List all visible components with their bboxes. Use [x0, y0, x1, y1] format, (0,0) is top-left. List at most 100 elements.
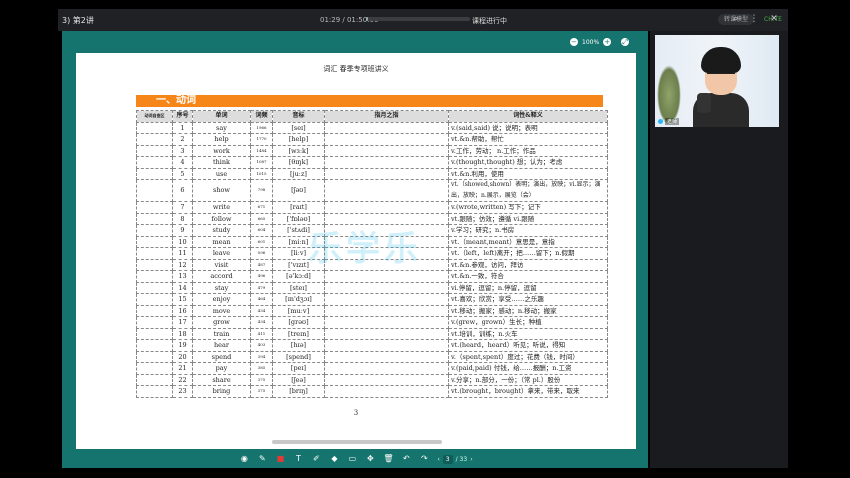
self-check-cell — [136, 212, 173, 225]
highlighter-icon[interactable]: ✐ — [309, 452, 323, 466]
self-check-cell — [136, 316, 173, 329]
page-navigator: ‹ 3 / 33 › — [437, 454, 473, 464]
section-banner: 一、动词 — [136, 95, 603, 107]
search-icon[interactable]: ⌕ — [730, 13, 742, 25]
zoom-level: 100% — [582, 38, 600, 46]
close-icon[interactable]: ✕ — [768, 13, 780, 25]
note-cell — [324, 270, 449, 283]
index-cell: 6 — [172, 179, 193, 202]
color-icon[interactable]: ■ — [273, 452, 287, 466]
definition-cell: vt.&n.利用，使用 — [448, 167, 608, 180]
self-check-cell — [136, 258, 173, 271]
phonetic-cell: [θɪŋk] — [272, 156, 325, 169]
pen-icon[interactable]: ✎ — [255, 452, 269, 466]
frequency-cell: 1484 — [250, 144, 273, 157]
word-cell: hear — [192, 339, 251, 352]
table-row: 14 stay 479 [steɪ] vi.停留，逗留；n.停留，逗留 — [136, 281, 608, 294]
frequency-cell: 671 — [250, 201, 273, 214]
side-panel: 老师 — [650, 31, 788, 468]
phonetic-cell: [ə'kɔːd] — [272, 270, 325, 283]
column-header: 音标 — [272, 110, 325, 123]
phonetic-cell: [juːz] — [272, 167, 325, 180]
definition-cell: vt.(brought，brought）拿来，带来，取来 — [448, 385, 608, 398]
index-cell: 1 — [172, 121, 193, 134]
word-cell: say — [192, 121, 251, 134]
phonetic-cell: [grəʊ] — [272, 316, 325, 329]
self-check-cell — [136, 167, 173, 180]
self-check-cell — [136, 121, 173, 134]
zoom-in-button[interactable]: + — [603, 38, 612, 46]
table-row: 13 accord 496 [ə'kɔːd] vt.&n.一致，符合 — [136, 270, 608, 283]
redo-icon[interactable]: ↷ — [417, 452, 431, 466]
self-check-cell — [136, 224, 173, 237]
note-cell — [324, 327, 449, 340]
column-header: 词性&释义 — [448, 110, 608, 123]
frequency-cell: 403 — [250, 339, 273, 352]
document-page: 词汇 春季专项班讲义 一、动词 动词自查区 序号 单词 词频 音标 指月之指 词… — [76, 53, 636, 449]
record-icon[interactable]: ◉ — [237, 452, 251, 466]
definition-cell: v.（spent,spent）度过；花费（钱，时间） — [448, 350, 608, 363]
note-cell — [324, 293, 449, 306]
definition-cell: v.(wrote,written) 写下；记下 — [448, 201, 608, 214]
eraser-icon[interactable]: ◆ — [327, 452, 341, 466]
index-cell: 10 — [172, 235, 193, 248]
index-cell: 8 — [172, 212, 193, 225]
fit-icon[interactable]: ⤢ — [621, 38, 630, 46]
playback-progress[interactable] — [366, 17, 470, 21]
definition-cell: vt.喜欢；欣赏；享受……之乐趣 — [448, 293, 608, 306]
move-icon[interactable]: ✥ — [363, 452, 377, 466]
shape-icon[interactable]: ▭ — [345, 452, 359, 466]
more-icon[interactable]: ⋮ — [748, 13, 760, 25]
note-cell — [324, 156, 449, 169]
frequency-cell: 375 — [250, 385, 273, 398]
frequency-cell: 385 — [250, 362, 273, 375]
index-cell: 20 — [172, 350, 193, 363]
title-bar: 3) 第2讲 01:29 / 01:50:00 课程进行中 转课模型 CH.TE… — [58, 9, 788, 31]
word-cell: use — [192, 167, 251, 180]
table-row: 19 hear 403 [hɪə] vt.(heard，heard）听见；听说，得知 — [136, 339, 608, 352]
index-cell: 5 — [172, 167, 193, 180]
word-cell: follow — [192, 212, 251, 225]
phonetic-cell: [steɪ] — [272, 281, 325, 294]
classroom-app: 3) 第2讲 01:29 / 01:50:00 课程进行中 转课模型 CH.TE… — [0, 0, 850, 478]
self-check-cell — [136, 350, 173, 363]
table-row: 15 enjoy 464 [ɪn'dʒɔɪ] vt.喜欢；欣赏；享受……之乐趣 — [136, 293, 608, 306]
self-check-cell — [136, 385, 173, 398]
phonetic-cell: [help] — [272, 133, 325, 146]
next-page-icon[interactable]: › — [470, 456, 472, 463]
teacher-video[interactable]: 老师 — [655, 35, 779, 127]
table-row: 1 say 1966 [seɪ] v.(said,said) 说；说明；表明 — [136, 121, 608, 134]
prev-page-icon[interactable]: ‹ — [437, 456, 439, 463]
text-icon[interactable]: T — [291, 452, 305, 466]
note-cell — [324, 201, 449, 214]
index-cell: 15 — [172, 293, 193, 306]
zoom-out-button[interactable]: − — [570, 38, 578, 46]
current-page-input[interactable]: 3 — [442, 454, 453, 464]
note-cell — [324, 144, 449, 157]
microphone-icon — [697, 93, 711, 113]
word-cell: visit — [192, 258, 251, 271]
self-check-cell — [136, 201, 173, 214]
note-cell — [324, 179, 449, 202]
document-header: 词汇 春季专项班讲义 — [323, 65, 389, 73]
definition-cell: vt.跟随；仿效；遵循 vi.跟随 — [448, 212, 608, 225]
word-cell: train — [192, 327, 251, 340]
column-header: 词频 — [250, 110, 273, 123]
definition-cell: vt.移动；搬家；感动；n.移动；搬家 — [448, 304, 608, 317]
zoom-controls: − 100% + ⤢ — [570, 38, 630, 46]
frequency-cell: 411 — [250, 327, 273, 340]
undo-icon[interactable]: ↶ — [399, 452, 413, 466]
whiteboard-stage: − 100% + ⤢ 词汇 春季专项班讲义 一、动词 动词自查区 序号 单词 词… — [62, 31, 648, 468]
definition-cell: v.分享；n.部分，一份；（常 pl.）股份 — [448, 373, 608, 386]
definition-cell: vt.(heard，heard）听见；听说，得知 — [448, 339, 608, 352]
note-cell — [324, 362, 449, 375]
self-check-cell — [136, 235, 173, 248]
watermark: 乐学乐 — [308, 229, 422, 269]
table-row: 21 pay 385 [peɪ] v.(paid,paid) 付钱，给……报酬；n.工资 — [136, 362, 608, 375]
delete-icon[interactable]: 🗑 — [381, 452, 395, 466]
horizontal-scrollbar[interactable] — [272, 440, 442, 444]
phonetic-cell: [raɪt] — [272, 201, 325, 214]
word-cell: study — [192, 224, 251, 237]
word-cell: pay — [192, 362, 251, 375]
word-cell: share — [192, 373, 251, 386]
